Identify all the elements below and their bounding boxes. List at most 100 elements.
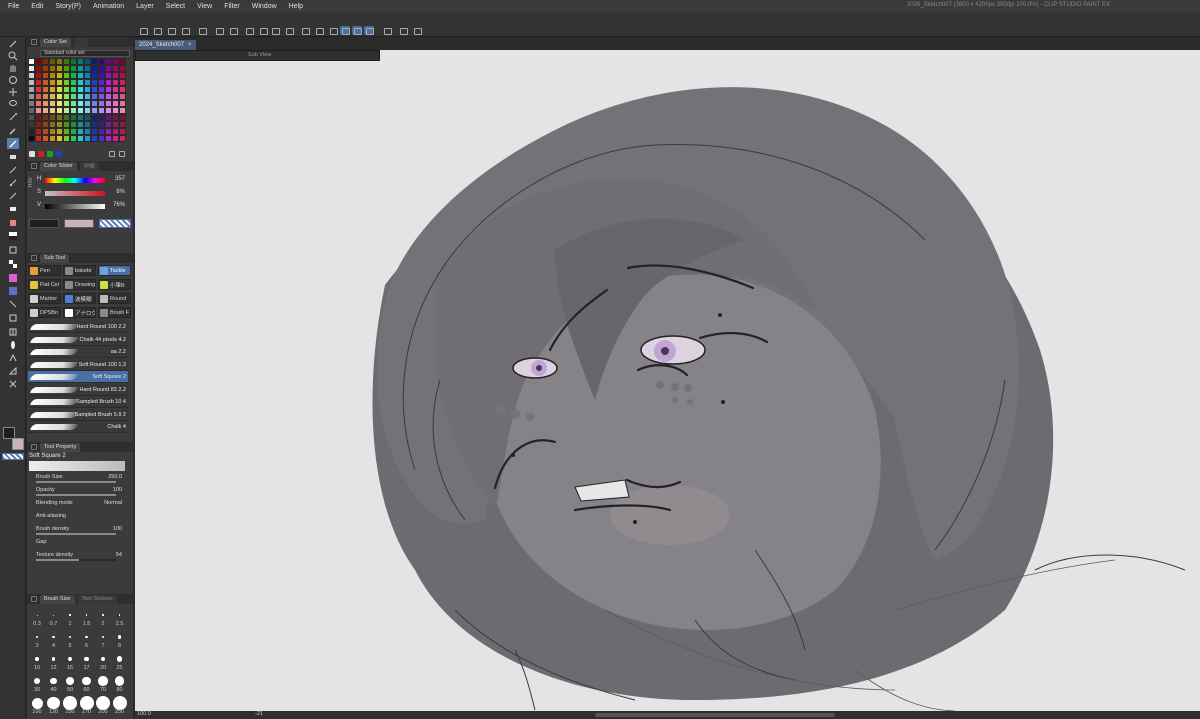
sub-color-preview[interactable] — [64, 219, 94, 228]
grid-tool-icon[interactable] — [7, 326, 19, 337]
correct-line-icon[interactable] — [7, 378, 19, 389]
color-swatch[interactable] — [119, 65, 126, 72]
color-swatch[interactable] — [119, 72, 126, 79]
color-swatch[interactable] — [49, 86, 56, 93]
menu-layer[interactable]: Layer — [134, 3, 156, 10]
tool-property-tab[interactable]: Tool Property — [40, 442, 81, 452]
companion-icon[interactable] — [412, 26, 422, 35]
color-swatch[interactable] — [98, 93, 105, 100]
save-icon[interactable] — [166, 26, 176, 35]
zoom-level[interactable]: 100.0 — [137, 711, 151, 717]
color-swatch[interactable] — [56, 65, 63, 72]
color-swatch[interactable] — [105, 121, 112, 128]
color-swatch[interactable] — [56, 128, 63, 135]
show-selection-icon[interactable] — [328, 26, 338, 35]
palette-icon[interactable] — [7, 272, 19, 283]
sub-tool-group[interactable]: bakebr — [63, 265, 96, 276]
invert-selection-icon[interactable] — [314, 26, 324, 35]
color-swatch[interactable] — [28, 86, 35, 93]
transparent-color-swatch[interactable] — [2, 453, 24, 460]
color-swatch[interactable] — [70, 135, 77, 142]
sub-tool-group[interactable]: Tackle — [98, 265, 131, 276]
ruler-icon[interactable] — [7, 365, 19, 376]
brush-item[interactable]: Hard Round 100 2.2 — [28, 321, 128, 333]
color-swatch[interactable] — [77, 93, 84, 100]
color-swatch[interactable] — [84, 128, 91, 135]
color-swatch[interactable] — [84, 93, 91, 100]
operation-icon[interactable] — [7, 298, 19, 309]
color-swatch[interactable] — [35, 86, 42, 93]
color-swatch[interactable] — [84, 72, 91, 79]
color-swatch[interactable] — [56, 86, 63, 93]
close-icon[interactable]: × — [188, 42, 192, 48]
color-swatch[interactable] — [70, 121, 77, 128]
color-swatch[interactable] — [35, 114, 42, 121]
color-swatch[interactable] — [42, 93, 49, 100]
color-swatch[interactable] — [112, 107, 119, 114]
color-swatch[interactable] — [35, 128, 42, 135]
color-swatch[interactable] — [70, 72, 77, 79]
menu-filter[interactable]: Filter — [222, 3, 242, 10]
color-swatch[interactable] — [56, 79, 63, 86]
sub-tool-group[interactable]: Flat Cel — [28, 279, 61, 290]
color-swatch[interactable] — [35, 79, 42, 86]
color-swatch[interactable] — [63, 114, 70, 121]
color-swatch[interactable] — [49, 79, 56, 86]
color-swatch[interactable] — [28, 107, 35, 114]
color-swatch[interactable] — [42, 72, 49, 79]
color-swatch[interactable] — [84, 86, 91, 93]
property-value[interactable]: 250.0 — [108, 474, 122, 480]
color-swatch[interactable] — [98, 100, 105, 107]
pen-icon[interactable] — [7, 138, 19, 149]
print-icon[interactable] — [197, 26, 207, 35]
color-swatch[interactable] — [91, 58, 98, 65]
color-swatch[interactable] — [91, 128, 98, 135]
color-swatch[interactable] — [35, 72, 42, 79]
color-swatch[interactable] — [105, 58, 112, 65]
color-swatch[interactable] — [35, 135, 42, 142]
menu-edit[interactable]: Edit — [29, 3, 45, 10]
property-slider[interactable] — [36, 559, 116, 561]
color-swatch[interactable] — [119, 93, 126, 100]
color-swatch[interactable] — [28, 72, 35, 79]
color-swatch[interactable] — [91, 121, 98, 128]
undo-icon[interactable] — [214, 26, 224, 35]
sub-color-swatch[interactable] — [12, 438, 24, 450]
color-swatch[interactable] — [70, 114, 77, 121]
property-value[interactable]: 54 — [116, 552, 122, 558]
color-swatch[interactable] — [105, 79, 112, 86]
color-swatch[interactable] — [28, 65, 35, 72]
color-swatch[interactable] — [119, 58, 126, 65]
sub-view-panel[interactable]: Sub View — [135, 50, 380, 61]
property-row[interactable]: Gap — [28, 538, 128, 549]
color-swatch[interactable] — [84, 107, 91, 114]
color-swatch[interactable] — [91, 72, 98, 79]
color-swatch[interactable] — [49, 121, 56, 128]
clear-icon[interactable] — [258, 26, 268, 35]
color-swatch[interactable] — [105, 86, 112, 93]
color-swatch[interactable] — [56, 72, 63, 79]
color-swatch[interactable] — [63, 128, 70, 135]
color-swatch[interactable] — [112, 121, 119, 128]
color-swatch[interactable] — [35, 93, 42, 100]
sub-tool-group[interactable]: Brush F — [98, 307, 131, 318]
menu-icon[interactable] — [31, 39, 37, 45]
sub-tool-group[interactable]: 波模糊 — [63, 293, 96, 304]
fill-icon[interactable] — [270, 26, 280, 35]
brush-item[interactable]: Sampled Brush 10 4 — [28, 396, 128, 408]
property-row[interactable]: Brush density 100 — [28, 525, 128, 536]
color-swatch[interactable] — [70, 79, 77, 86]
color-swatch[interactable] — [98, 107, 105, 114]
color-swatch[interactable] — [35, 107, 42, 114]
color-swatch[interactable] — [49, 128, 56, 135]
color-mode-label[interactable]: HSV — [28, 177, 34, 187]
color-swatch[interactable] — [98, 65, 105, 72]
color-swatch[interactable] — [63, 65, 70, 72]
menu-icon[interactable] — [31, 596, 37, 602]
color-swatch[interactable] — [28, 93, 35, 100]
color-swatch[interactable] — [70, 58, 77, 65]
menu-help[interactable]: Help — [287, 3, 305, 10]
sub-tool-group[interactable]: アナログ — [63, 307, 96, 318]
color-swatch[interactable] — [119, 121, 126, 128]
color-swatch[interactable] — [56, 100, 63, 107]
